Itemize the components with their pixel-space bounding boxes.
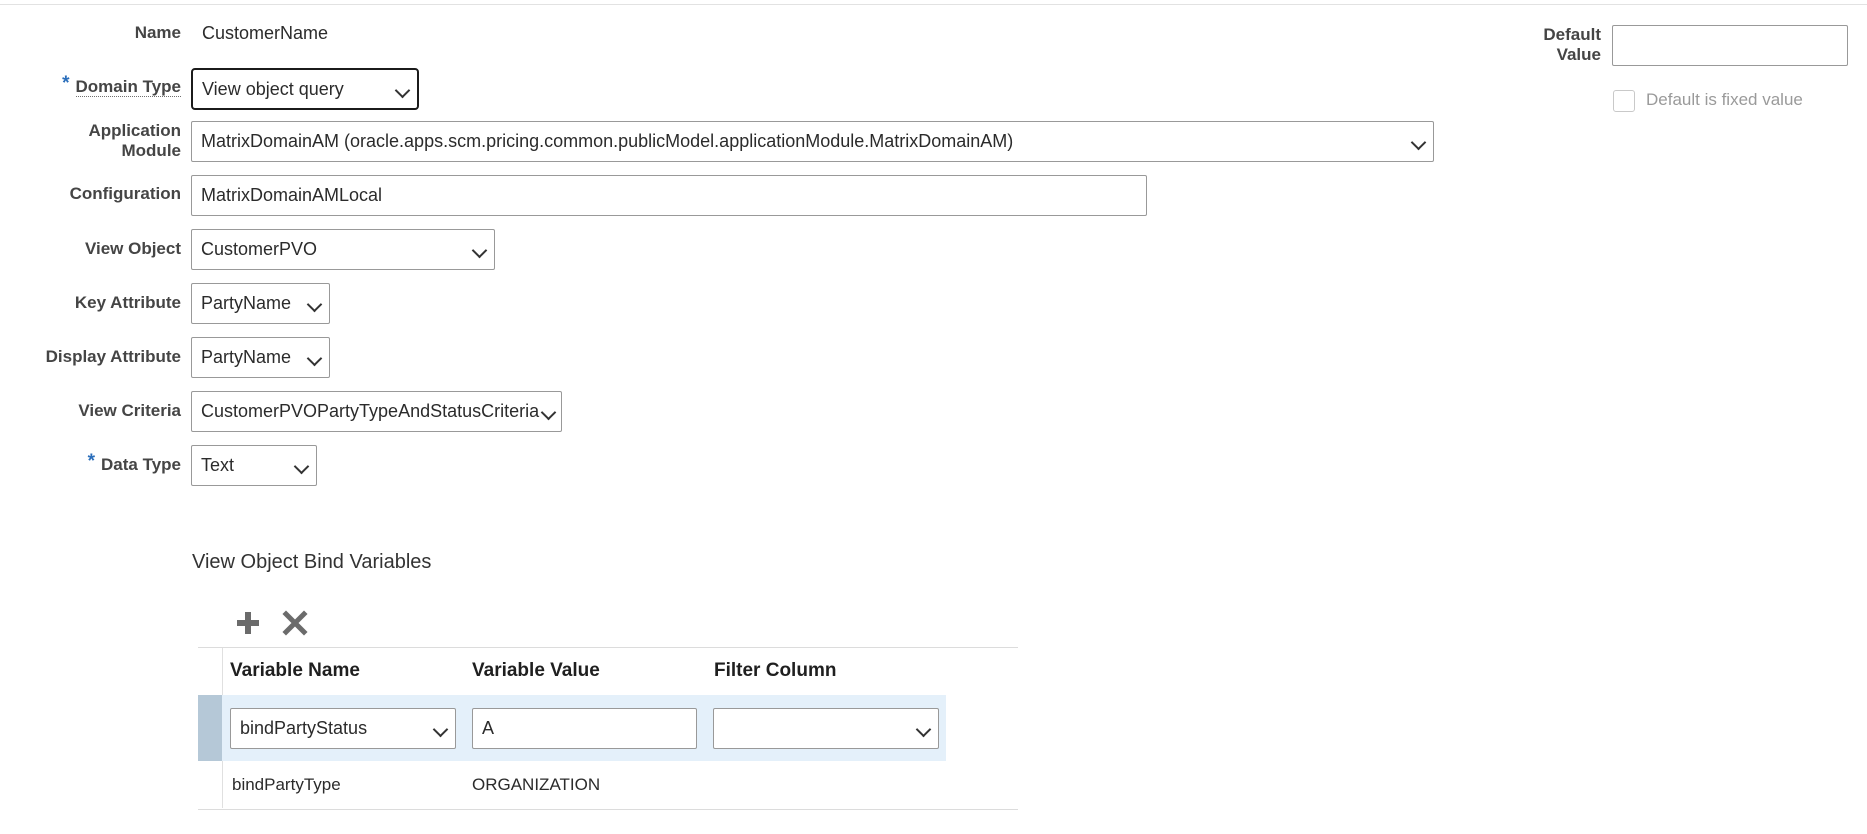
chevron-down-icon xyxy=(540,404,557,421)
name-label: Name xyxy=(134,23,181,42)
default-value-label: Default Value xyxy=(1543,25,1601,65)
chevron-down-icon xyxy=(293,458,310,475)
add-icon[interactable] xyxy=(233,608,263,638)
domain-type-label: * Domain Type xyxy=(62,74,181,97)
data-type-label: * Data Type xyxy=(88,452,181,475)
chevron-down-icon xyxy=(394,82,411,99)
view-object-value: CustomerPVO xyxy=(201,239,318,259)
top-divider xyxy=(0,4,1867,5)
domain-type-value: View object query xyxy=(202,79,344,99)
view-object-select[interactable]: CustomerPVO xyxy=(191,229,495,270)
col-header-variable-value[interactable]: Variable Value xyxy=(472,660,600,682)
default-value-label-line1: Default xyxy=(1543,25,1601,44)
table-cell-variable-value: ORGANIZATION xyxy=(472,775,601,794)
view-criteria-label: View Criteria xyxy=(78,401,181,420)
display-attribute-select[interactable]: PartyName xyxy=(191,337,330,378)
name-value: CustomerName xyxy=(202,23,329,43)
filter-column-select[interactable] xyxy=(713,708,939,749)
col-header-variable-name[interactable]: Variable Name xyxy=(230,660,360,682)
key-attribute-value: PartyName xyxy=(201,293,292,313)
required-marker: * xyxy=(62,73,70,94)
table-top-rule xyxy=(198,647,1018,648)
chevron-down-icon xyxy=(306,350,323,367)
row-selection-marker[interactable] xyxy=(198,695,222,761)
view-criteria-value: CustomerPVOPartyTypeAndStatusCriteria xyxy=(201,401,540,421)
chevron-down-icon xyxy=(306,296,323,313)
delete-icon[interactable] xyxy=(280,608,310,638)
display-attribute-value: PartyName xyxy=(201,347,292,367)
data-type-value: Text xyxy=(201,455,235,475)
configuration-input[interactable]: MatrixDomainAMLocal xyxy=(191,175,1147,216)
configuration-label: Configuration xyxy=(69,184,181,203)
application-module-value: MatrixDomainAM (oracle.apps.scm.pricing.… xyxy=(201,131,1014,151)
app-module-label-line2: Module xyxy=(121,141,182,160)
domain-type-label-text: Domain Type xyxy=(75,77,181,97)
app-module-label: Application Module xyxy=(88,121,181,161)
domain-type-select[interactable]: View object query xyxy=(191,68,419,110)
default-value-label-line2: Value xyxy=(1556,45,1601,64)
data-type-select[interactable]: Text xyxy=(191,445,317,486)
default-fixed-label: Default is fixed value xyxy=(1646,90,1803,109)
chevron-down-icon xyxy=(1410,134,1427,151)
default-value-input[interactable] xyxy=(1612,25,1848,66)
required-marker: * xyxy=(87,451,95,472)
data-type-label-text: Data Type xyxy=(101,455,181,474)
table-cell-variable-name: bindPartyType xyxy=(232,775,341,794)
chevron-down-icon xyxy=(915,721,932,738)
variable-name-select[interactable]: bindPartyStatus xyxy=(230,708,456,749)
view-object-label: View Object xyxy=(84,239,181,258)
variable-value-input[interactable]: A xyxy=(472,708,697,749)
view-criteria-select[interactable]: CustomerPVOPartyTypeAndStatusCriteria xyxy=(191,391,562,432)
col-header-filter-column[interactable]: Filter Column xyxy=(714,660,836,682)
app-module-label-line1: Application xyxy=(88,121,181,140)
default-fixed-checkbox[interactable] xyxy=(1613,90,1635,112)
variable-name-value: bindPartyStatus xyxy=(240,718,368,738)
chevron-down-icon xyxy=(471,242,488,259)
chevron-down-icon xyxy=(432,721,449,738)
key-attribute-select[interactable]: PartyName xyxy=(191,283,330,324)
bind-variables-title: View Object Bind Variables xyxy=(192,551,432,573)
display-attribute-label: Display Attribute xyxy=(45,347,181,366)
table-bottom-rule xyxy=(198,809,1018,810)
key-attribute-label: Key Attribute xyxy=(74,293,181,312)
application-module-select[interactable]: MatrixDomainAM (oracle.apps.scm.pricing.… xyxy=(191,121,1434,162)
